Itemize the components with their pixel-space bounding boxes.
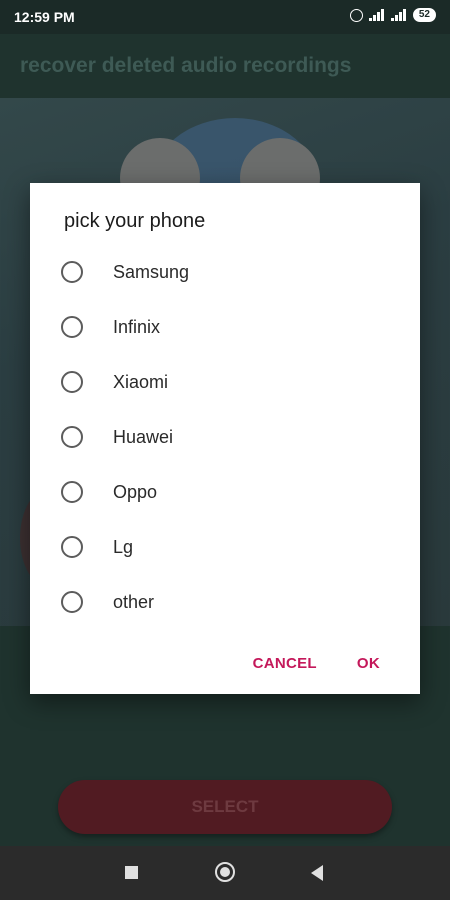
home-circle-icon[interactable] [215, 862, 235, 882]
signal-icon [368, 9, 385, 21]
option-infinix[interactable]: Infinix [30, 298, 420, 353]
option-lg[interactable]: Lg [30, 518, 420, 573]
radio-button[interactable] [61, 426, 83, 448]
phone-options-list: Samsung Infinix Xiaomi Huawei Oppo Lg ot… [30, 243, 420, 628]
dialog-title: pick your phone [64, 210, 206, 232]
option-label: Infinix [113, 317, 161, 337]
option-label: Samsung [113, 262, 190, 282]
radio-button[interactable] [61, 536, 83, 558]
option-label: Xiaomi [113, 372, 169, 392]
ok-button[interactable]: OK [357, 655, 380, 672]
cancel-button[interactable]: CANCEL [253, 655, 317, 672]
navigation-bar [0, 846, 450, 900]
option-xiaomi[interactable]: Xiaomi [30, 353, 420, 408]
option-label: other [113, 592, 155, 612]
option-label: Huawei [113, 427, 174, 447]
select-button[interactable]: SELECT [58, 780, 392, 834]
option-label: Lg [113, 537, 134, 557]
app-title: recover deleted audio recordings [20, 54, 352, 77]
pick-phone-dialog: pick your phone Samsung Infinix Xiaomi H… [30, 183, 420, 694]
option-oppo[interactable]: Oppo [30, 463, 420, 518]
signal-icon [390, 9, 407, 21]
radio-button[interactable] [61, 316, 83, 338]
option-samsung[interactable]: Samsung [30, 243, 420, 298]
status-icons: 52 [349, 8, 436, 22]
option-label: Oppo [113, 482, 158, 502]
status-bar: 12:59 PM 52 [0, 0, 450, 34]
alarm-icon [349, 8, 363, 22]
radio-button[interactable] [61, 371, 83, 393]
recents-square-icon[interactable] [125, 866, 138, 879]
option-huawei[interactable]: Huawei [30, 408, 420, 463]
radio-button[interactable] [61, 481, 83, 503]
status-time: 12:59 PM [14, 9, 75, 25]
battery-icon: 52 [412, 8, 436, 22]
option-other[interactable]: other [30, 573, 420, 628]
app-bar: recover deleted audio recordings [0, 34, 450, 98]
radio-button[interactable] [61, 261, 83, 283]
radio-button[interactable] [61, 591, 83, 613]
back-triangle-icon[interactable] [311, 865, 323, 881]
dialog-actions: CANCEL OK [253, 655, 380, 672]
